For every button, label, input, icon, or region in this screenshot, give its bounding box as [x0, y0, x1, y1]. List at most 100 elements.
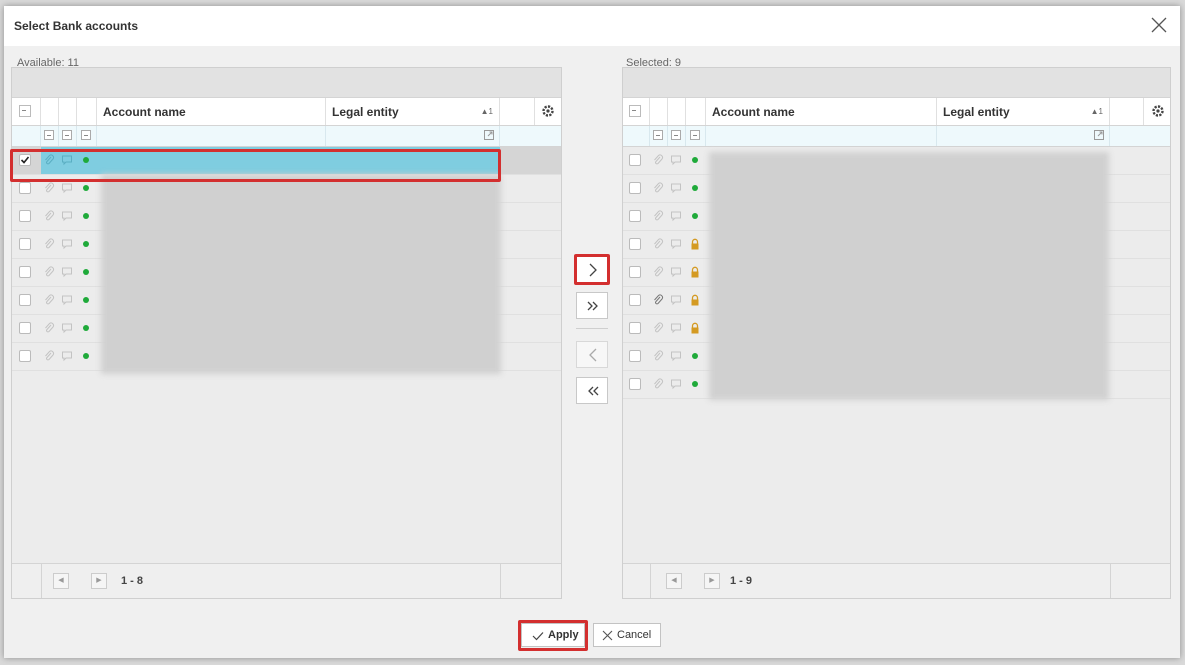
row-checkbox[interactable] [19, 294, 31, 306]
pager-prev-icon[interactable]: ◀ [53, 573, 69, 589]
attachment-icon[interactable] [43, 294, 55, 306]
comment-icon[interactable] [670, 210, 682, 222]
attachment-icon[interactable] [652, 238, 664, 250]
filter-row [623, 126, 1170, 147]
legal-entity-filter[interactable] [937, 126, 1110, 146]
move-right-button[interactable] [576, 256, 608, 283]
attachment-icon[interactable] [652, 294, 664, 306]
lock-icon [691, 322, 699, 334]
redacted-content [101, 174, 501, 374]
filter-toggle[interactable] [62, 130, 72, 140]
comment-icon[interactable] [670, 266, 682, 278]
comment-icon[interactable] [670, 182, 682, 194]
move-right-icon [589, 263, 597, 277]
attachment-icon[interactable] [43, 238, 55, 250]
attachment-icon[interactable] [652, 378, 664, 390]
attachment-icon[interactable] [43, 322, 55, 334]
pager-prev-icon[interactable]: ◀ [666, 573, 682, 589]
attachment-icon[interactable] [652, 154, 664, 166]
sort-indicator: ▲1 [1090, 107, 1103, 116]
attachment-icon[interactable] [652, 350, 664, 362]
status-dot-icon [83, 185, 89, 191]
comment-icon[interactable] [670, 322, 682, 334]
group-bar [623, 68, 1170, 98]
column-account-name[interactable]: Account name [706, 98, 937, 125]
move-all-right-icon [587, 301, 598, 311]
pager-bar: ◀ ▶ 1 - 9 [623, 563, 1170, 598]
comment-icon[interactable] [670, 154, 682, 166]
attachment-icon[interactable] [652, 182, 664, 194]
select-all-checkbox[interactable] [629, 105, 641, 117]
row-checkbox[interactable] [19, 322, 31, 334]
comment-icon[interactable] [61, 350, 73, 362]
filter-toggle[interactable] [671, 130, 681, 140]
attachment-icon[interactable] [652, 210, 664, 222]
comment-icon[interactable] [670, 238, 682, 250]
comment-icon[interactable] [61, 210, 73, 222]
cancel-button[interactable]: Cancel [593, 623, 661, 647]
account-name-filter[interactable] [97, 126, 326, 146]
row-checkbox[interactable] [19, 182, 31, 194]
pager-next-icon[interactable]: ▶ [704, 573, 720, 589]
row-checkbox[interactable] [19, 266, 31, 278]
row-checkbox[interactable] [19, 210, 31, 222]
row-checkbox[interactable] [629, 378, 641, 390]
move-left-icon [589, 348, 597, 362]
selected-row-fill [41, 147, 500, 174]
comment-icon[interactable] [61, 154, 73, 166]
expand-icon[interactable] [1094, 130, 1104, 140]
comment-icon[interactable] [61, 322, 73, 334]
filter-toggle[interactable] [81, 130, 91, 140]
comment-icon[interactable] [61, 238, 73, 250]
settings-gear-icon[interactable] [541, 104, 555, 118]
apply-button[interactable]: Apply [521, 623, 585, 647]
comment-icon[interactable] [670, 294, 682, 306]
attachment-icon[interactable] [43, 210, 55, 222]
row-checkbox[interactable] [629, 182, 641, 194]
close-icon[interactable] [1148, 14, 1170, 36]
attachment-icon[interactable] [652, 266, 664, 278]
move-left-button[interactable] [576, 341, 608, 368]
filter-toggle[interactable] [653, 130, 663, 140]
legal-entity-filter[interactable] [326, 126, 500, 146]
selected-grid: Account name Legal entity ▲1 ◀ ▶ 1 - 9 [622, 67, 1171, 599]
status-dot-icon [692, 185, 698, 191]
column-legal-entity[interactable]: Legal entity ▲1 [326, 98, 500, 125]
row-checkbox[interactable] [629, 210, 641, 222]
filter-toggle[interactable] [44, 130, 54, 140]
comment-icon[interactable] [670, 378, 682, 390]
table-row-selected[interactable] [12, 147, 561, 175]
comment-icon[interactable] [61, 182, 73, 194]
row-checkbox[interactable] [19, 350, 31, 362]
select-all-checkbox[interactable] [19, 105, 31, 117]
attachment-icon[interactable] [43, 182, 55, 194]
attachment-icon[interactable] [43, 154, 55, 166]
comment-icon[interactable] [670, 350, 682, 362]
filter-toggle[interactable] [690, 130, 700, 140]
comment-icon[interactable] [61, 266, 73, 278]
status-dot-icon [692, 353, 698, 359]
row-checkbox[interactable] [629, 266, 641, 278]
row-checkbox[interactable] [629, 154, 641, 166]
comment-icon[interactable] [61, 294, 73, 306]
row-checkbox[interactable] [629, 350, 641, 362]
row-checkbox[interactable] [629, 238, 641, 250]
move-all-right-button[interactable] [576, 292, 608, 319]
column-legal-entity[interactable]: Legal entity ▲1 [937, 98, 1110, 125]
settings-gear-icon[interactable] [1151, 104, 1165, 118]
attachment-icon[interactable] [652, 322, 664, 334]
row-checkbox[interactable] [629, 294, 641, 306]
row-checkbox[interactable] [629, 322, 641, 334]
account-name-filter[interactable] [706, 126, 937, 146]
attachment-icon[interactable] [43, 350, 55, 362]
column-account-name[interactable]: Account name [97, 98, 326, 125]
move-all-left-icon [588, 386, 599, 396]
lock-icon [691, 294, 699, 306]
status-dot-icon [692, 213, 698, 219]
row-checkbox[interactable] [19, 238, 31, 250]
attachment-icon[interactable] [43, 266, 55, 278]
pager-next-icon[interactable]: ▶ [91, 573, 107, 589]
row-checkbox[interactable] [19, 154, 31, 166]
move-all-left-button[interactable] [576, 377, 608, 404]
expand-icon[interactable] [484, 130, 494, 140]
